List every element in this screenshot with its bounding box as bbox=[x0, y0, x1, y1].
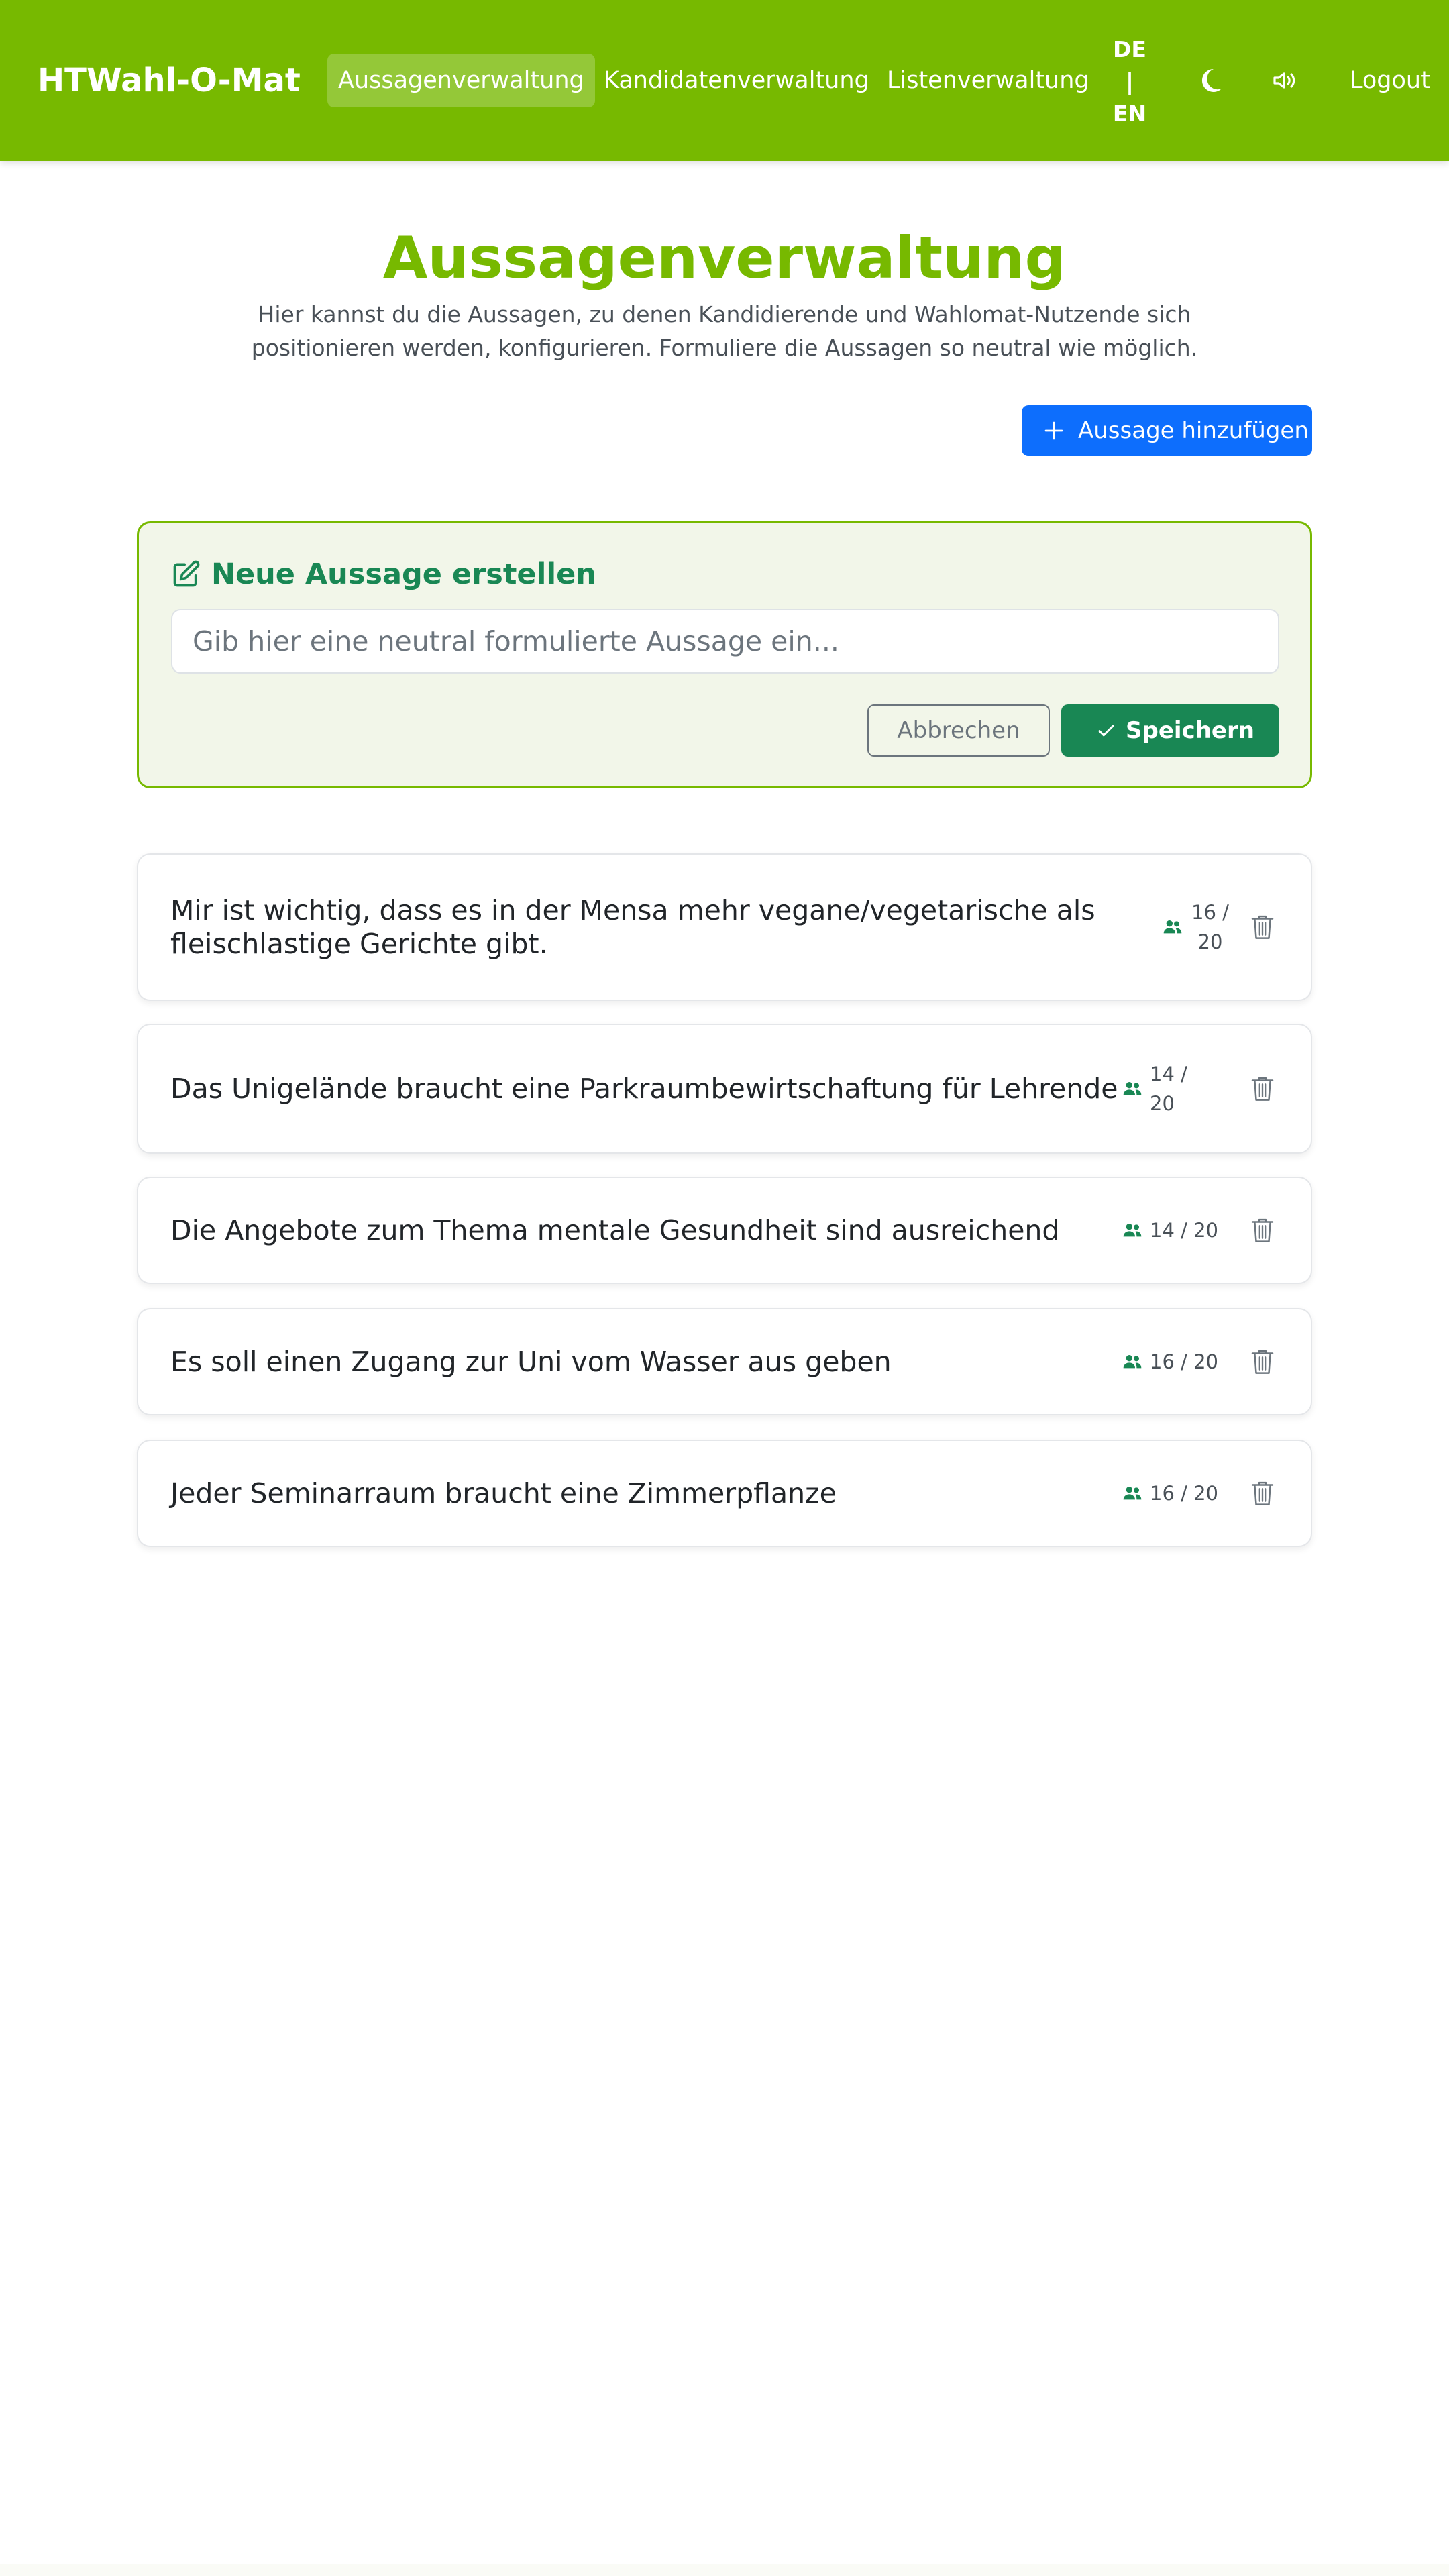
statement-text-input[interactable] bbox=[171, 609, 1279, 674]
edit-icon bbox=[173, 560, 200, 587]
new-statement-panel: Neue Aussage erstellen Abbrechen Speiche… bbox=[137, 521, 1312, 788]
new-statement-heading: Neue Aussage erstellen bbox=[171, 554, 596, 594]
people-icon bbox=[1123, 1355, 1142, 1368]
brand-logo[interactable]: HTWahl-O-Mat bbox=[38, 59, 301, 102]
cancel-button[interactable]: Abbrechen bbox=[867, 704, 1050, 757]
page-title: Aussagenverwaltung bbox=[382, 225, 1067, 292]
statement-card: Das Unigelände braucht eine Parkraumbewi… bbox=[137, 1024, 1312, 1154]
people-icon bbox=[1123, 1082, 1142, 1095]
save-label: Speichern bbox=[1126, 717, 1254, 744]
add-statement-button[interactable]: Aussage hinzufügen bbox=[1022, 405, 1312, 456]
top-navbar: HTWahl-O-Mat Aussagenverwaltung Kandidat… bbox=[0, 0, 1449, 161]
nav-link-aussagenverwaltung[interactable]: Aussagenverwaltung bbox=[327, 54, 595, 107]
response-count: 16 / 20 bbox=[1150, 1350, 1219, 1373]
response-count: 16 / 20 bbox=[1191, 901, 1229, 953]
statement-text: Das Unigelände braucht eine Parkraumbewi… bbox=[170, 1073, 1118, 1105]
people-icon bbox=[1123, 1224, 1142, 1237]
trash-icon[interactable] bbox=[1249, 1479, 1276, 1508]
save-button[interactable]: Speichern bbox=[1061, 704, 1279, 757]
plus-icon bbox=[1044, 421, 1063, 440]
language-switcher: DE | EN bbox=[1100, 34, 1159, 130]
statement-text: Es soll einen Zugang zur Uni vom Wasser … bbox=[170, 1346, 892, 1378]
check-icon bbox=[1098, 724, 1114, 737]
add-statement-label: Aussage hinzufügen bbox=[1078, 417, 1309, 444]
statement-text: Mir ist wichtig, dass es in der Mensa me… bbox=[170, 894, 1095, 960]
trash-icon[interactable] bbox=[1249, 1074, 1276, 1104]
response-count: 14 / 20 bbox=[1150, 1219, 1219, 1242]
logout-link[interactable]: Logout bbox=[1350, 54, 1430, 107]
lang-de-option[interactable]: DE bbox=[1100, 34, 1159, 66]
statement-card: Die Angebote zum Thema mentale Gesundhei… bbox=[137, 1177, 1312, 1284]
people-icon bbox=[1163, 920, 1182, 934]
volume-icon[interactable] bbox=[1269, 64, 1301, 97]
response-count: 16 / 20 bbox=[1150, 1482, 1219, 1505]
trash-icon[interactable] bbox=[1249, 1216, 1276, 1245]
nav-link-listenverwaltung[interactable]: Listenverwaltung bbox=[876, 54, 1100, 107]
nav-link-kandidatenverwaltung[interactable]: Kandidatenverwaltung bbox=[593, 54, 880, 107]
page-description: Hier kannst du die Aussagen, zu denen Ka… bbox=[251, 301, 1198, 361]
new-statement-title: Neue Aussage erstellen bbox=[211, 557, 596, 591]
trash-icon[interactable] bbox=[1249, 912, 1276, 942]
people-icon bbox=[1123, 1487, 1142, 1500]
moon-icon[interactable] bbox=[1194, 64, 1226, 97]
trash-icon[interactable] bbox=[1249, 1347, 1276, 1377]
statement-card: Es soll einen Zugang zur Uni vom Wasser … bbox=[137, 1308, 1312, 1415]
statement-card: Jeder Seminarraum braucht eine Zimmerpfl… bbox=[137, 1440, 1312, 1547]
statement-card: Mir ist wichtig, dass es in der Mensa me… bbox=[137, 853, 1312, 1001]
page-footer-strip bbox=[0, 2564, 1449, 2576]
lang-separator: | bbox=[1125, 68, 1134, 95]
statement-text: Die Angebote zum Thema mentale Gesundhei… bbox=[170, 1214, 1060, 1246]
statement-text: Jeder Seminarraum braucht eine Zimmerpfl… bbox=[170, 1477, 837, 1509]
response-count: 14 / 20 bbox=[1150, 1063, 1187, 1115]
lang-en-option[interactable]: EN bbox=[1100, 98, 1159, 130]
